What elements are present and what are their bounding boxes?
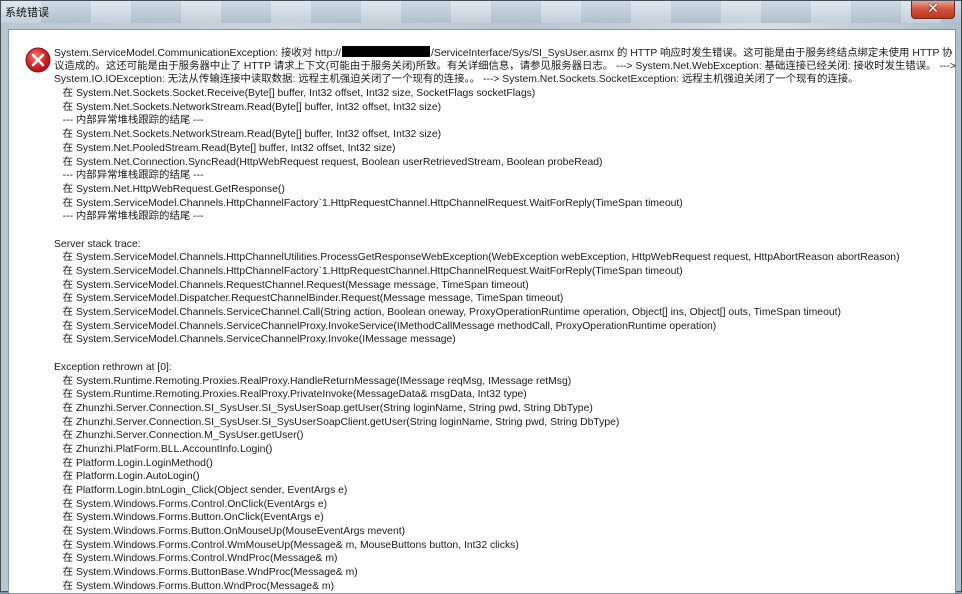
error-dialog-window: 系统错误 ✕ System.ServiceModel.Communication… [0, 0, 962, 593]
stack-trace-server: 在 System.ServiceModel.Channels.HttpChann… [54, 251, 941, 347]
stack-frame: 在 System.ServiceModel.Channels.HttpChann… [54, 252, 900, 264]
stack-frame: 在 System.Net.HttpWebRequest.GetResponse(… [54, 183, 285, 195]
stack-frame: 在 System.Windows.Forms.Button.WndProc(Me… [54, 580, 335, 592]
stack-frame: 在 System.ServiceModel.Channels.RequestCh… [54, 279, 529, 291]
error-message: System.ServiceModel.CommunicationExcepti… [54, 46, 956, 594]
stack-frame: 在 Platform.Login.AutoLogin() [54, 471, 200, 483]
stack-frame: --- 内部异常堆栈跟踪的结尾 --- [54, 115, 204, 127]
stack-frame: --- 内部异常堆栈跟踪的结尾 --- [54, 170, 204, 182]
stack-frame: 在 System.Windows.Forms.Button.OnMouseUp(… [54, 526, 406, 538]
message-line-1: System.ServiceModel.CommunicationExcepti… [54, 46, 953, 59]
title-bar[interactable]: 系统错误 ✕ [1, 1, 961, 23]
stack-frame: 在 Platform.Login.btnLogin_Click(Object s… [54, 485, 348, 496]
message-line-2: 议造成的。这还可能是由于服务器中止了 HTTP 请求上下文(可能由于服务关闭)所… [54, 60, 956, 72]
stack-trace-inner: 在 System.Net.Sockets.Socket.Receive(Byte… [54, 87, 941, 224]
stack-frame: 在 System.Net.Connection.SyncRead(HttpWeb… [54, 156, 603, 168]
stack-frame: 在 System.Net.Sockets.NetworkStream.Read(… [54, 101, 442, 113]
stack-trace-rethrown: 在 System.Runtime.Remoting.Proxies.RealPr… [54, 375, 941, 594]
stack-frame: 在 System.Net.Sockets.NetworkStream.Read(… [54, 129, 442, 141]
stack-frame: 在 System.Windows.Forms.Control.WndProc(M… [54, 553, 338, 565]
server-stack-header: Server stack trace: [54, 238, 141, 250]
stack-frame: 在 System.ServiceModel.Channels.HttpChann… [54, 266, 683, 277]
error-content-area: System.ServiceModel.CommunicationExcepti… [8, 29, 956, 593]
stack-frame: 在 System.ServiceModel.Channels.ServiceCh… [54, 320, 717, 332]
stack-frame: 在 System.Windows.Forms.Control.WmMouseUp… [54, 539, 519, 551]
stack-frame: 在 Zhunzhi.Server.Connection.SI_SysUser.S… [54, 402, 593, 414]
stack-frame: 在 System.Runtime.Remoting.Proxies.RealPr… [54, 375, 572, 387]
close-button[interactable]: ✕ [911, 1, 955, 19]
stack-frame: 在 Platform.Login.LoginMethod() [54, 457, 213, 469]
stack-frame: 在 System.Windows.Forms.Control.OnClick(E… [54, 498, 328, 510]
stack-frame: --- 内部异常堆栈跟踪的结尾 --- [54, 211, 204, 223]
stack-frame: 在 System.Net.Sockets.Socket.Receive(Byte… [54, 88, 536, 100]
close-icon: ✕ [927, 1, 939, 17]
window-title: 系统错误 [5, 7, 49, 19]
stack-frame: 在 System.ServiceModel.Channels.ServiceCh… [54, 334, 456, 346]
stack-frame: 在 Zhunzhi.Server.Connection.SI_SysUser.S… [54, 416, 620, 428]
error-icon [25, 47, 51, 73]
stack-frame: 在 Zhunzhi.PlatForm.BLL.AccountInfo.Login… [54, 443, 273, 455]
rethrown-header: Exception rethrown at [0]: [54, 361, 172, 373]
stack-frame: 在 System.Net.PooledStream.Read(Byte[] bu… [54, 142, 396, 154]
message-line-3: System.IO.IOException: 无法从传输连接中读取数据: 远程主… [54, 74, 859, 86]
stack-frame: 在 System.ServiceModel.Channels.ServiceCh… [54, 307, 841, 319]
stack-frame: 在 System.Windows.Forms.ButtonBase.WndPro… [54, 567, 358, 579]
stack-frame: 在 System.ServiceModel.Dispatcher.Request… [54, 293, 564, 305]
stack-frame: 在 Zhunzhi.Server.Connection.M_SysUser.ge… [54, 430, 304, 442]
stack-frame: 在 System.Runtime.Remoting.Proxies.RealPr… [54, 389, 527, 401]
redacted-host [342, 46, 431, 57]
stack-frame: 在 System.Windows.Forms.Button.OnClick(Ev… [54, 512, 324, 524]
stack-frame: 在 System.ServiceModel.Channels.HttpChann… [54, 197, 683, 209]
